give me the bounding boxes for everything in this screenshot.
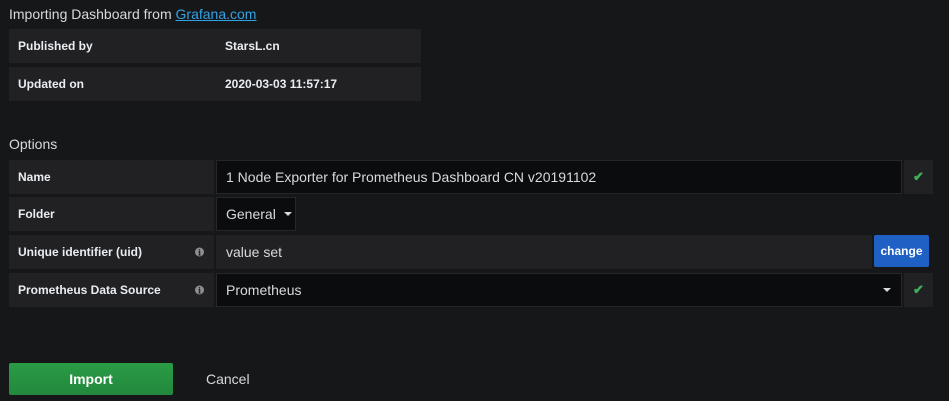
uid-label: Unique identifier (uid) i bbox=[9, 235, 214, 269]
folder-picker-value: General bbox=[226, 206, 276, 222]
info-icon[interactable]: i bbox=[195, 285, 204, 295]
name-label: Name bbox=[9, 160, 214, 194]
updated-on-value: 2020-03-03 11:57:17 bbox=[216, 67, 421, 101]
data-source-label: Prometheus Data Source i bbox=[9, 273, 214, 307]
uid-label-text: Unique identifier (uid) bbox=[18, 245, 142, 259]
data-source-label-text: Prometheus Data Source bbox=[18, 283, 161, 297]
checkmark-icon: ✔ bbox=[913, 169, 924, 184]
import-heading-text: Importing Dashboard from bbox=[9, 6, 176, 22]
data-source-select[interactable]: Prometheus bbox=[216, 273, 902, 307]
caret-down-icon bbox=[883, 288, 891, 292]
name-valid-indicator: ✔ bbox=[904, 160, 933, 194]
uid-input[interactable]: value set bbox=[216, 235, 872, 269]
data-source-valid-indicator: ✔ bbox=[904, 273, 933, 307]
import-button[interactable]: Import bbox=[9, 363, 173, 395]
info-icon[interactable]: i bbox=[195, 247, 204, 257]
cancel-button[interactable]: Cancel bbox=[206, 363, 250, 395]
name-input-value: 1 Node Exporter for Prometheus Dashboard… bbox=[226, 169, 597, 185]
uid-input-value: value set bbox=[226, 244, 283, 260]
published-by-label: Published by bbox=[9, 29, 216, 63]
change-uid-button[interactable]: change bbox=[874, 235, 929, 267]
name-input[interactable]: 1 Node Exporter for Prometheus Dashboard… bbox=[216, 160, 902, 194]
grafana-link[interactable]: Grafana.com bbox=[176, 6, 257, 22]
checkmark-icon: ✔ bbox=[913, 282, 924, 297]
import-heading: Importing Dashboard from Grafana.com bbox=[9, 6, 256, 22]
folder-picker[interactable]: General bbox=[216, 197, 296, 231]
caret-down-icon bbox=[283, 212, 292, 216]
updated-on-label: Updated on bbox=[9, 67, 216, 101]
published-by-value: StarsL.cn bbox=[216, 29, 421, 63]
options-title: Options bbox=[9, 136, 58, 152]
data-source-select-value: Prometheus bbox=[226, 282, 302, 298]
folder-label: Folder bbox=[9, 197, 214, 231]
